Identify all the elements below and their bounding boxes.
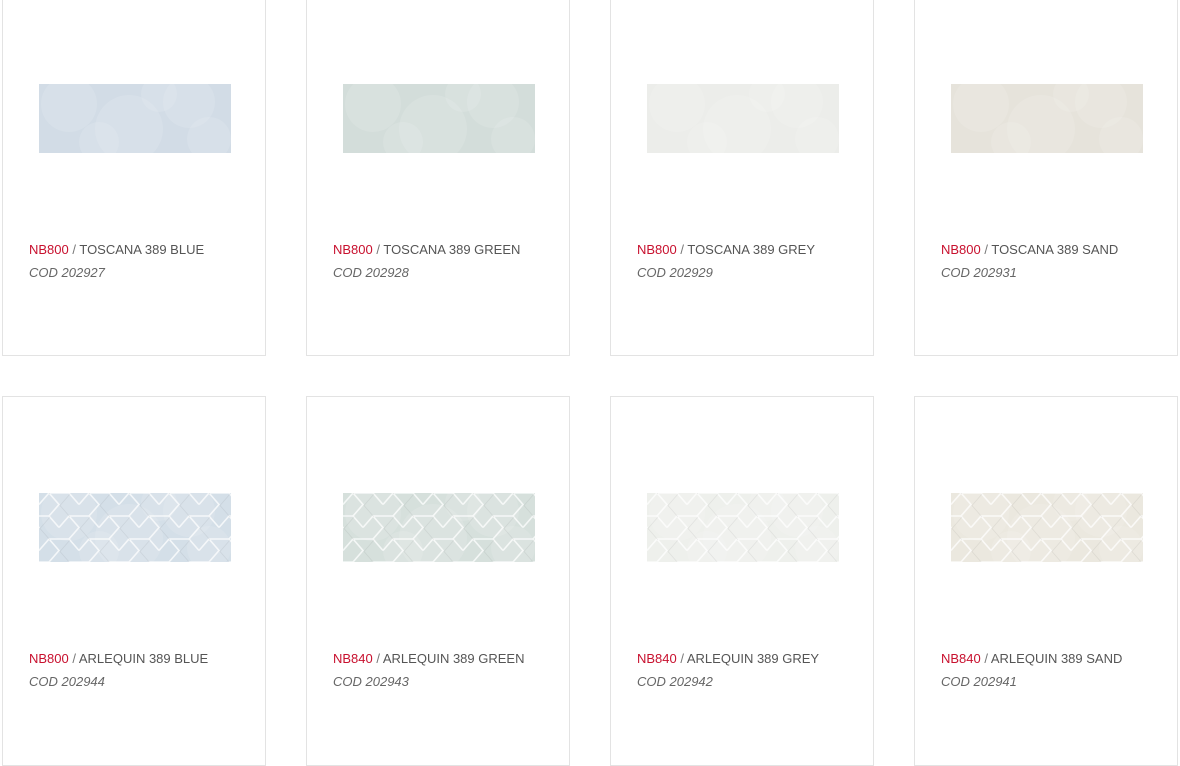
product-code: COD 202931: [941, 265, 1017, 280]
tile-image[interactable]: [951, 84, 1143, 153]
product-code: COD 202927: [29, 265, 105, 280]
tile-image[interactable]: [343, 84, 535, 153]
title-separator: /: [676, 242, 688, 257]
tile-image[interactable]: [951, 493, 1143, 562]
product-card[interactable]: NB800 / ARLEQUIN 389 BLUE COD 202944: [2, 396, 266, 766]
title-separator: /: [68, 242, 80, 257]
product-name: TOSCANA 389 GREY: [687, 242, 816, 257]
tile-image[interactable]: [647, 84, 839, 153]
product-title[interactable]: NB800 / TOSCANA 389 SAND: [941, 242, 1167, 257]
title-separator: /: [980, 242, 992, 257]
product-card[interactable]: NB800 / TOSCANA 389 GREEN COD 202928: [306, 0, 570, 356]
product-code: COD 202942: [637, 674, 713, 689]
product-code: COD 202928: [333, 265, 409, 280]
product-code: COD 202929: [637, 265, 713, 280]
product-name: ARLEQUIN 389 BLUE: [78, 651, 209, 666]
title-separator: /: [372, 651, 383, 666]
product-ref: NB840: [333, 651, 373, 666]
product-ref: NB800: [29, 242, 69, 257]
tile-image[interactable]: [647, 493, 839, 562]
product-ref: NB840: [941, 651, 981, 666]
product-name: ARLEQUIN 389 GREY: [686, 651, 820, 666]
product-title[interactable]: NB800 / TOSCANA 389 GREY: [637, 242, 863, 257]
product-grid: NB800 / TOSCANA 389 BLUE COD 202927 NB80…: [0, 0, 1180, 766]
product-title[interactable]: NB840 / ARLEQUIN 389 SAND: [941, 651, 1167, 666]
product-card[interactable]: NB800 / TOSCANA 389 BLUE COD 202927: [2, 0, 266, 356]
product-title[interactable]: NB840 / ARLEQUIN 389 GREY: [637, 651, 863, 666]
product-ref: NB800: [333, 242, 373, 257]
title-separator: /: [980, 651, 991, 666]
product-card[interactable]: NB800 / TOSCANA 389 GREY COD 202929: [610, 0, 874, 356]
product-card[interactable]: NB840 / ARLEQUIN 389 SAND COD 202941: [914, 396, 1178, 766]
product-name: TOSCANA 389 SAND: [991, 242, 1119, 257]
product-ref: NB800: [29, 651, 69, 666]
product-code: COD 202941: [941, 674, 1017, 689]
product-card[interactable]: NB840 / ARLEQUIN 389 GREEN COD 202943: [306, 396, 570, 766]
product-ref: NB800: [941, 242, 981, 257]
product-card[interactable]: NB800 / TOSCANA 389 SAND COD 202931: [914, 0, 1178, 356]
tile-image[interactable]: [39, 493, 231, 562]
product-code: COD 202944: [29, 674, 105, 689]
product-code: COD 202943: [333, 674, 409, 689]
product-title[interactable]: NB840 / ARLEQUIN 389 GREEN: [333, 651, 559, 666]
product-name: TOSCANA 389 GREEN: [383, 242, 521, 257]
tile-image[interactable]: [39, 84, 231, 153]
product-title[interactable]: NB800 / TOSCANA 389 BLUE: [29, 242, 255, 257]
title-separator: /: [372, 242, 384, 257]
tile-image[interactable]: [343, 493, 535, 562]
product-ref: NB800: [637, 242, 677, 257]
product-name: ARLEQUIN 389 GREEN: [382, 651, 525, 666]
product-ref: NB840: [637, 651, 677, 666]
title-separator: /: [676, 651, 687, 666]
product-card[interactable]: NB840 / ARLEQUIN 389 GREY COD 202942: [610, 396, 874, 766]
product-name: ARLEQUIN 389 SAND: [990, 651, 1123, 666]
title-separator: /: [68, 651, 79, 666]
product-name: TOSCANA 389 BLUE: [79, 242, 205, 257]
product-title[interactable]: NB800 / TOSCANA 389 GREEN: [333, 242, 559, 257]
product-title[interactable]: NB800 / ARLEQUIN 389 BLUE: [29, 651, 255, 666]
